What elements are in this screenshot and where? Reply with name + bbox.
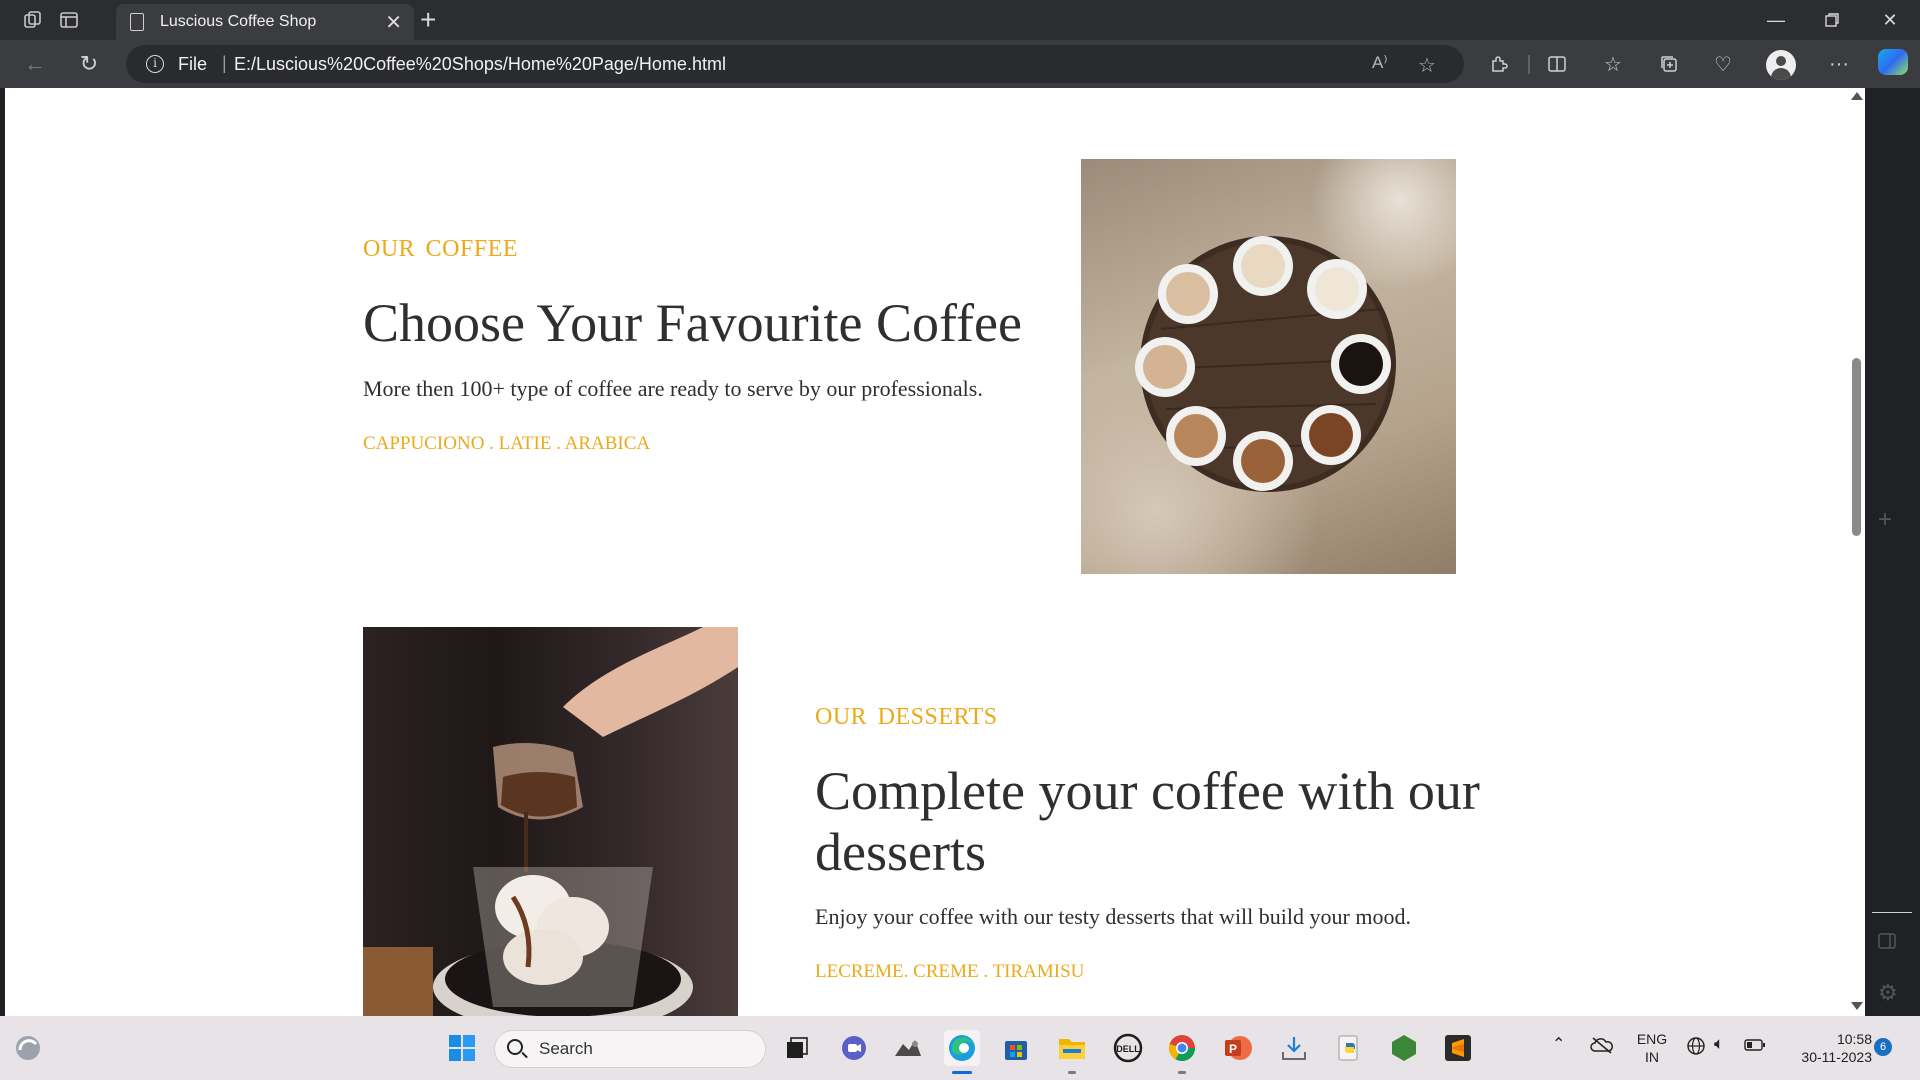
address-bar[interactable]: i File | E:/Luscious%20Coffee%20Shops/Ho… [126, 45, 1464, 83]
nodejs-icon[interactable] [1386, 1030, 1422, 1066]
favorites-list-icon[interactable]: ☆ [1596, 48, 1630, 80]
coffee-section-eyebrow: OUR COFFEE [363, 236, 519, 262]
scroll-up-arrow-icon[interactable] [1851, 92, 1863, 100]
extensions-icon[interactable] [1482, 48, 1516, 80]
address-url[interactable]: E:/Luscious%20Coffee%20Shops/Home%20Page… [234, 54, 726, 75]
site-info-icon[interactable]: i [146, 55, 164, 73]
address-separator: | [222, 53, 227, 73]
profile-avatar[interactable] [1766, 50, 1796, 80]
sublime-text-icon[interactable] [1440, 1030, 1476, 1066]
file-explorer-icon[interactable] [1054, 1030, 1090, 1066]
dessert-pour-image [363, 627, 738, 1017]
language-indicator[interactable]: ENG IN [1632, 1030, 1672, 1066]
svg-text:P: P [1229, 1042, 1237, 1056]
sidebar-divider [1872, 912, 1912, 913]
search-icon [507, 1039, 523, 1055]
scroll-down-arrow-icon[interactable] [1851, 1002, 1863, 1010]
close-window-button[interactable]: ✕ [1870, 4, 1910, 36]
microsoft-store-icon[interactable] [998, 1030, 1034, 1066]
coffee-section-tags[interactable]: CAPPUCIONO . LATIE . ARABICA [363, 433, 650, 455]
clock[interactable]: 10:58 30-11-2023 [1782, 1030, 1872, 1066]
sidebar-add-icon[interactable]: + [1878, 506, 1892, 534]
read-aloud-icon[interactable]: A⁾ [1372, 53, 1388, 73]
collections-icon[interactable] [1652, 48, 1686, 80]
desserts-section-text: Enjoy your coffee with our testy dessert… [815, 904, 1411, 929]
close-tab-icon[interactable]: ✕ [385, 10, 402, 35]
notification-badge[interactable]: 6 [1874, 1038, 1892, 1056]
show-hidden-icons-icon[interactable]: ⌃ [1552, 1034, 1565, 1054]
edge-active-indicator [952, 1071, 972, 1074]
game-app-icon[interactable] [890, 1030, 926, 1066]
new-tab-button[interactable]: + [420, 4, 436, 36]
page-scrollbar[interactable] [1847, 88, 1865, 1016]
sidebar-settings-icon[interactable]: ⚙ [1878, 980, 1898, 1006]
coffee-section-text: More then 100+ type of coffee are ready … [363, 376, 983, 401]
favorite-star-icon[interactable]: ☆ [1418, 53, 1436, 78]
copilot-icon[interactable] [1878, 49, 1908, 75]
desserts-section-tags[interactable]: LECREME. CREME . TIRAMISU [815, 961, 1084, 983]
browser-tab-bar: Luscious Coffee Shop ✕ + — ✕ [0, 0, 1920, 40]
tab-luscious-coffee-shop[interactable]: Luscious Coffee Shop ✕ [116, 4, 414, 40]
widgets-icon[interactable] [10, 1030, 46, 1066]
edge-browser-icon[interactable] [944, 1030, 980, 1066]
hide-sidebar-icon[interactable] [1878, 932, 1896, 955]
region-code: IN [1645, 1049, 1659, 1065]
windows-taskbar: Search DELL P ⌃ ENG IN 🔈︎ 10:58 30-11-20… [0, 1016, 1920, 1080]
refresh-icon[interactable]: ↻ [72, 48, 106, 80]
scroll-thumb[interactable] [1852, 358, 1861, 536]
page-icon [130, 13, 144, 31]
battery-icon[interactable] [1744, 1038, 1766, 1055]
tab-title: Luscious Coffee Shop [160, 13, 317, 30]
split-screen-icon[interactable] [1540, 48, 1574, 80]
clock-date: 30-11-2023 [1801, 1049, 1872, 1065]
explorer-open-indicator [1068, 1071, 1076, 1074]
task-view-icon[interactable] [778, 1030, 814, 1066]
powerpoint-icon[interactable]: P [1220, 1030, 1256, 1066]
address-scheme: File [178, 54, 208, 74]
start-windows-icon[interactable] [444, 1030, 480, 1066]
teams-chat-icon[interactable] [836, 1030, 872, 1066]
vertical-tabs-icon[interactable] [54, 6, 84, 34]
browser-toolbar: ← ↻ i File | E:/Luscious%20Coffee%20Shop… [0, 40, 1920, 88]
chrome-icon[interactable] [1164, 1030, 1200, 1066]
python-icon[interactable] [1332, 1030, 1368, 1066]
browser-essentials-icon[interactable]: ♡ [1706, 48, 1740, 80]
chrome-open-indicator [1178, 1071, 1186, 1074]
more-options-icon[interactable]: ··· [1822, 48, 1856, 80]
workspaces-icon[interactable] [18, 6, 48, 34]
volume-icon[interactable]: 🔈︎ [1714, 1034, 1724, 1054]
onedrive-offline-icon[interactable] [1590, 1036, 1614, 1057]
taskbar-search-label: Search [539, 1039, 593, 1058]
minimize-button[interactable]: — [1756, 4, 1796, 36]
dell-icon[interactable]: DELL [1110, 1030, 1146, 1066]
desserts-section-heading: Complete your coffee with our desserts [815, 761, 1480, 882]
clock-time: 10:58 [1836, 1031, 1872, 1047]
downloads-icon[interactable] [1276, 1030, 1312, 1066]
svg-text:DELL: DELL [1116, 1044, 1140, 1054]
coffee-cups-image [1081, 159, 1456, 574]
taskbar-search-box[interactable]: Search [494, 1030, 766, 1068]
desserts-section-eyebrow: OUR DESSERTS [815, 704, 998, 730]
language-code: ENG [1636, 1031, 1668, 1047]
network-globe-icon[interactable] [1686, 1036, 1706, 1059]
restore-button[interactable] [1812, 4, 1852, 36]
coffee-section-heading: Choose Your Favourite Coffee [363, 293, 1022, 353]
back-arrow-icon[interactable]: ← [18, 48, 52, 80]
